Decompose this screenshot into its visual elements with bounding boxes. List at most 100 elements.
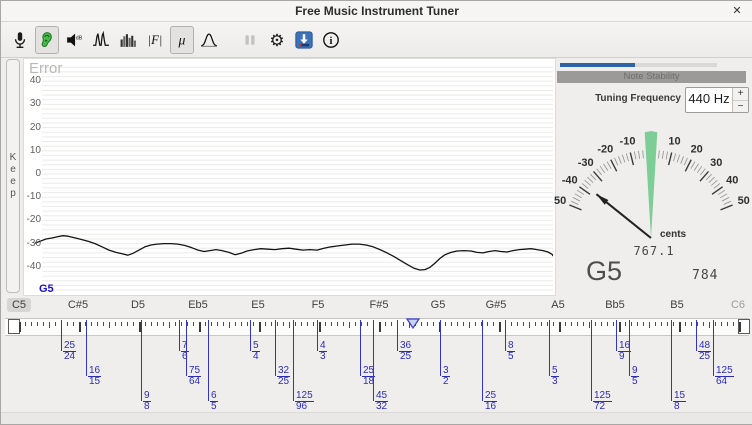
ruler-tick — [79, 322, 81, 332]
note-label-Bb5[interactable]: Bb5 — [605, 298, 625, 312]
svg-text:dB: dB — [76, 35, 83, 41]
y-axis-tick-label: 30 — [24, 98, 41, 109]
note-label-F#5[interactable]: F#5 — [370, 298, 389, 312]
svg-text:50: 50 — [738, 195, 750, 207]
ruler-tick — [577, 322, 578, 326]
settings-button[interactable]: ⚙ — [265, 26, 289, 54]
ruler-tick — [487, 322, 488, 326]
ruler-tick — [127, 322, 128, 326]
ruler-tick — [679, 322, 681, 332]
ruler-tick — [109, 322, 110, 328]
ruler-tick — [205, 322, 206, 326]
ji-ratio-line — [293, 320, 294, 401]
y-axis-tick-label: -20 — [24, 214, 41, 225]
ji-ratio-line — [482, 320, 483, 401]
ruler-tick — [517, 322, 518, 326]
ji-ratio-line — [696, 320, 697, 351]
ruler-tick — [451, 322, 452, 326]
note-label-Eb5[interactable]: Eb5 — [188, 298, 208, 312]
ruler-tick — [595, 322, 596, 326]
note-label-G5[interactable]: G5 — [431, 298, 446, 312]
ruler-tick — [703, 322, 704, 326]
tuning-frequency-value[interactable]: 440 Hz — [686, 88, 732, 112]
ji-ratio-line — [61, 320, 62, 351]
ruler-tick — [469, 322, 470, 328]
y-axis-tick-label: 0 — [24, 168, 41, 179]
svg-text:-40: -40 — [562, 174, 578, 186]
ruler-tick — [499, 322, 501, 332]
note-label-G#5[interactable]: G#5 — [486, 298, 507, 312]
ji-ratio-9-5: 95 — [631, 366, 639, 387]
ruler-tick — [631, 322, 632, 326]
spin-up-button[interactable]: + — [733, 88, 748, 100]
ruler-tick — [229, 322, 230, 328]
ruler-tick — [655, 322, 656, 326]
ji-ratio-9-8: 98 — [143, 391, 151, 412]
svg-text:i: i — [330, 36, 333, 47]
ruler-tick — [187, 322, 188, 326]
note-ruler[interactable] — [5, 318, 749, 336]
detected-note-name: G5 — [586, 256, 622, 287]
note-label-E5[interactable]: E5 — [251, 298, 264, 312]
note-stability-header: Note Stability — [557, 71, 746, 83]
save-button[interactable] — [292, 26, 316, 54]
ji-ratio-line — [629, 320, 630, 376]
tuner-ear-button[interactable] — [35, 26, 59, 54]
keep-button[interactable]: Keep — [6, 59, 20, 293]
svg-text:-30: -30 — [578, 157, 594, 169]
note-label-B5[interactable]: B5 — [670, 298, 683, 312]
harmonics-icon — [119, 31, 137, 49]
spin-down-button[interactable]: − — [733, 100, 748, 113]
ji-ratio-6-5: 65 — [210, 391, 218, 412]
ruler-tick — [103, 322, 104, 326]
harmonics-button[interactable] — [116, 26, 140, 54]
note-label-F5[interactable]: F5 — [312, 298, 325, 312]
ruler-tick — [193, 322, 194, 326]
note-label-C#5[interactable]: C#5 — [68, 298, 88, 312]
ruler-tick — [151, 322, 152, 326]
waveform-button[interactable] — [89, 26, 113, 54]
svg-text:30: 30 — [710, 157, 722, 169]
ruler-tick — [649, 322, 650, 328]
ruler-tick — [523, 322, 524, 326]
tuning-frequency-label: Tuning Frequency — [557, 93, 681, 104]
note-label-A5[interactable]: A5 — [551, 298, 564, 312]
ruler-tick — [421, 322, 422, 326]
ruler-tick — [241, 322, 242, 326]
ruler-tick — [121, 322, 122, 326]
fourier-button[interactable]: |F| — [143, 26, 167, 54]
ruler-tick — [253, 322, 254, 326]
ruler-tick — [319, 322, 321, 332]
volume-db-button[interactable]: dB — [62, 26, 86, 54]
tuner-ear-icon — [38, 31, 56, 49]
pause-button[interactable] — [238, 26, 262, 54]
about-button[interactable]: i — [319, 26, 343, 54]
note-label-C5[interactable]: C5 — [7, 298, 31, 312]
waveform-icon — [92, 31, 110, 49]
mu-statistics-button[interactable]: μ — [170, 26, 194, 54]
ji-ratio-line — [186, 320, 187, 376]
info-icon: i — [322, 31, 340, 49]
close-button[interactable]: ✕ — [729, 3, 745, 19]
note-label-C6[interactable]: C6 — [731, 298, 745, 312]
ji-ratio-3-2: 32 — [442, 366, 450, 387]
volume-db-icon: dB — [65, 31, 83, 49]
ruler-tick — [301, 322, 302, 326]
ruler-tick — [49, 322, 50, 328]
ruler-tick — [601, 322, 602, 326]
ji-ratio-45-32: 4532 — [375, 391, 388, 412]
ruler-tick — [475, 322, 476, 326]
svg-text:-20: -20 — [597, 144, 613, 156]
svg-text:⚙: ⚙ — [269, 31, 284, 49]
ruler-tick — [199, 322, 201, 332]
gaussian-button[interactable] — [197, 26, 221, 54]
ruler-tick — [445, 322, 446, 326]
ruler-tick — [739, 322, 741, 332]
chart-note-tag: G5 — [39, 283, 54, 295]
microphone-button[interactable] — [8, 26, 32, 54]
ji-ratio-line — [549, 320, 550, 376]
app-window: Free Music Instrument Tuner ✕ dB — [0, 0, 752, 425]
note-label-D5[interactable]: D5 — [131, 298, 145, 312]
ji-ratio-25-16: 2516 — [484, 391, 497, 412]
ji-ratio-7-6: 76 — [181, 341, 189, 362]
